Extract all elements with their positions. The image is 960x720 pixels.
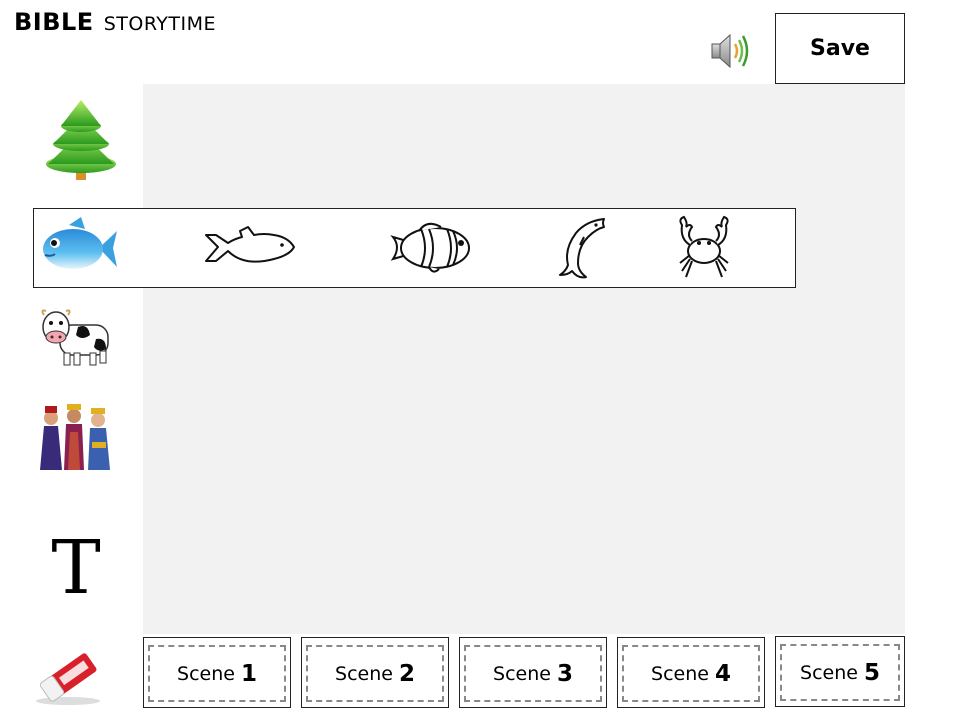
fish-icon[interactable] [39,217,119,279]
animal-tray [33,208,796,288]
scene-number: 5 [863,659,880,686]
text-icon[interactable]: T [40,528,112,608]
scene-label: Scene [335,662,393,685]
dolphin-icon[interactable] [556,215,608,281]
scene-tab-frame: Scene 2 [306,645,444,702]
eraser-icon[interactable] [30,645,104,707]
tree-icon[interactable] [42,96,120,184]
crab-icon[interactable] [674,215,734,279]
scene-number: 2 [398,660,415,687]
scene-tab-frame: Scene 4 [622,645,760,702]
app-title-bold: BIBLE [14,8,94,36]
story-canvas[interactable] [143,84,905,634]
cow-icon[interactable] [40,305,112,369]
scene-tab-frame: Scene 5 [780,644,900,701]
scene-tab-2[interactable]: Scene 2 [301,637,449,708]
scene-tab-4[interactable]: Scene 4 [617,637,765,708]
scene-tab-frame: Scene 1 [148,645,286,702]
fish-outline-icon[interactable] [204,225,296,271]
scene-tab-1[interactable]: Scene 1 [143,637,291,708]
scene-label: Scene [651,662,709,685]
save-button[interactable]: Save [775,13,905,84]
speaker-icon[interactable] [708,30,754,72]
scene-number: 4 [714,660,731,687]
scene-number: 3 [556,660,573,687]
scene-tab-3[interactable]: Scene 3 [459,637,607,708]
app-title: BIBLE STORYTIME [14,8,216,40]
scene-number: 1 [240,660,257,687]
clownfish-icon[interactable] [389,219,475,277]
scene-label: Scene [493,662,551,685]
scene-tab-frame: Scene 3 [464,645,602,702]
scene-tab-5[interactable]: Scene 5 [775,636,905,707]
scene-label: Scene [800,661,858,684]
scene-label: Scene [177,662,235,685]
wise-men-icon[interactable] [36,402,118,474]
app-title-rest: STORYTIME [103,13,217,35]
